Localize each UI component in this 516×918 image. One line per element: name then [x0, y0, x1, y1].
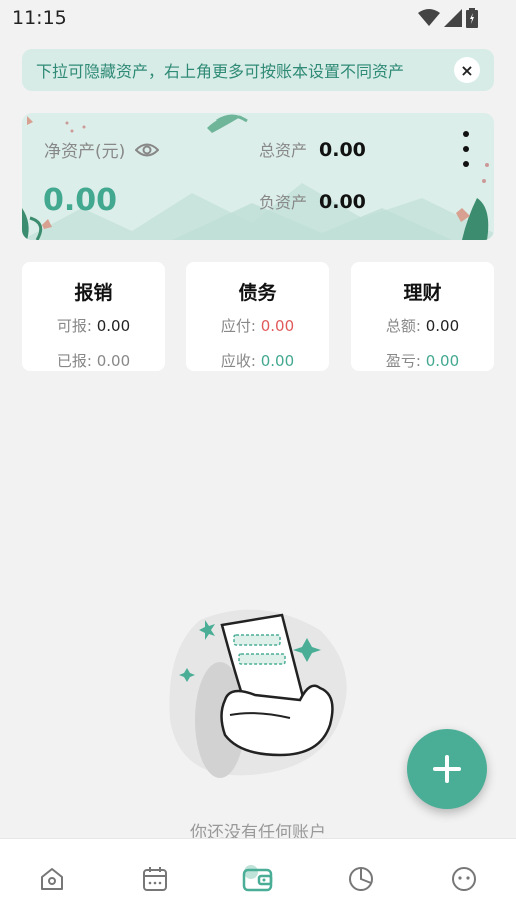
finance-total-label: 总额:	[385, 317, 421, 335]
plus-icon	[433, 755, 461, 783]
bottom-nav	[0, 838, 516, 918]
finance-pnl-value: 0.00	[425, 352, 460, 370]
debt-receivable: 应收: 0.00	[186, 350, 329, 371]
total-assets-row: 总资产 0.00	[259, 137, 366, 161]
wallet-icon	[242, 864, 273, 891]
net-assets-label: 净资产(元)	[44, 142, 126, 162]
net-assets-label-group: 净资产(元)	[44, 137, 160, 162]
reimburse-claimed: 已报: 0.00	[22, 350, 165, 371]
reimburse-title: 报销	[74, 282, 113, 304]
card-decoration	[22, 114, 494, 240]
empty-receipt-illustration	[169, 609, 347, 778]
nav-calendar[interactable]	[125, 849, 185, 909]
nav-profile[interactable]	[434, 849, 494, 909]
net-assets-value: 0.00	[43, 183, 118, 218]
debt-payable-value: 0.00	[260, 317, 295, 335]
more-dot	[463, 161, 469, 167]
home-icon	[40, 867, 63, 890]
calendar-icon	[142, 866, 167, 891]
reimburse-card[interactable]: 报销 可报: 0.00 已报: 0.00	[22, 262, 165, 371]
debt-card[interactable]: 债务 应付: 0.00 应收: 0.00	[186, 262, 329, 371]
tip-banner: 下拉可隐藏资产，右上角更多可按账本设置不同资产 ×	[22, 49, 494, 91]
asset-summary-card: 净资产(元) 0.00 总资产 0.00 负资产 0.00	[22, 113, 494, 240]
signal-icon	[444, 9, 462, 27]
stat-cards: 报销 可报: 0.00 已报: 0.00 债务 应付: 0.00 应收: 0.0…	[22, 262, 494, 371]
total-assets-label: 总资产	[259, 141, 308, 160]
liabilities-label: 负资产	[259, 193, 308, 212]
nav-home[interactable]	[22, 849, 82, 909]
eye-icon[interactable]	[135, 142, 160, 158]
status-bar: 11:15	[0, 0, 516, 36]
finance-total: 总额: 0.00	[351, 315, 494, 336]
finance-title: 理财	[403, 282, 442, 304]
reimburse-claimable-label: 可报:	[56, 317, 92, 335]
nav-stats[interactable]	[331, 849, 391, 909]
debt-title: 债务	[238, 282, 277, 304]
reimburse-claimable-value: 0.00	[96, 317, 131, 335]
finance-pnl: 盈亏: 0.00	[351, 350, 494, 371]
debt-receivable-label: 应收:	[220, 352, 256, 370]
battery-icon	[466, 8, 478, 28]
tip-text: 下拉可隐藏资产，右上角更多可按账本设置不同资产	[36, 62, 405, 81]
pie-chart-icon	[349, 866, 374, 891]
nav-assets[interactable]	[228, 849, 288, 909]
more-dot	[463, 131, 469, 137]
reimburse-claimed-label: 已报:	[56, 352, 92, 370]
total-assets-value: 0.00	[319, 139, 366, 161]
liabilities-row: 负资产 0.00	[259, 189, 366, 213]
add-account-button[interactable]	[407, 729, 487, 809]
more-dot	[463, 146, 469, 152]
more-options-button[interactable]	[460, 131, 472, 167]
reimburse-claimed-value: 0.00	[96, 352, 131, 370]
debt-payable: 应付: 0.00	[186, 315, 329, 336]
status-icons	[418, 8, 478, 28]
finance-card[interactable]: 理财 总额: 0.00 盈亏: 0.00	[351, 262, 494, 371]
close-tip-button[interactable]: ×	[454, 57, 480, 83]
debt-payable-label: 应付:	[220, 317, 256, 335]
debt-receivable-value: 0.00	[260, 352, 295, 370]
profile-face-icon	[452, 866, 477, 891]
wifi-icon	[418, 9, 440, 26]
liabilities-value: 0.00	[319, 191, 366, 213]
reimburse-claimable: 可报: 0.00	[22, 315, 165, 336]
status-time: 11:15	[12, 7, 67, 29]
close-icon: ×	[460, 60, 474, 80]
finance-pnl-label: 盈亏:	[385, 352, 421, 370]
finance-total-value: 0.00	[425, 317, 460, 335]
